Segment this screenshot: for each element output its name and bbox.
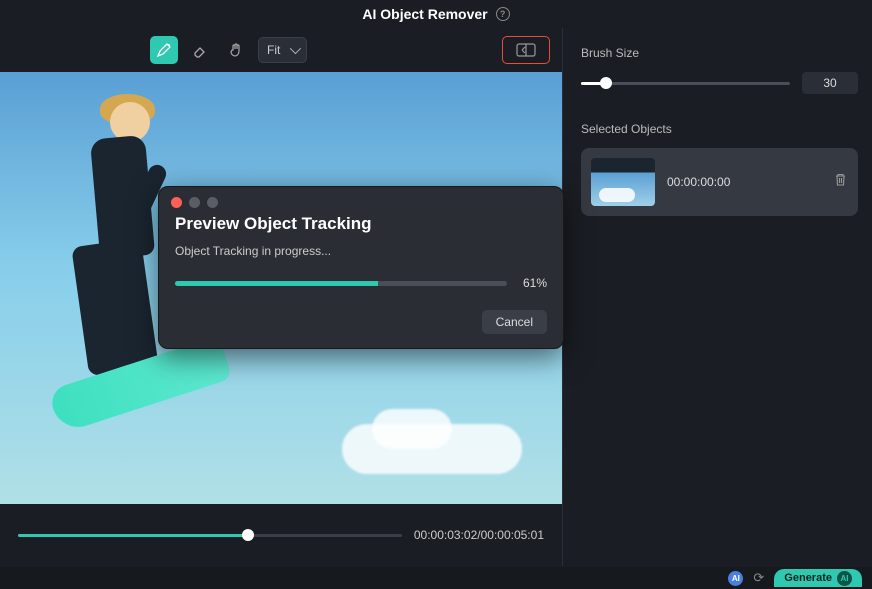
preview-cloud [342,424,522,474]
window-maximize-button[interactable] [207,197,218,208]
progress-bar [175,281,507,286]
generate-label: Generate [784,572,832,584]
object-thumbnail [591,158,655,206]
time-total: 00:00:05:01 [481,528,544,542]
zoom-dropdown[interactable]: Fit [258,37,307,63]
scrubber-thumb[interactable] [242,529,254,541]
dialog-actions: Cancel [159,310,563,334]
object-timecode: 00:00:00:00 [667,175,821,189]
cancel-button[interactable]: Cancel [482,310,547,334]
header-bar: AI Object Remover ? [0,0,872,28]
ai-badge[interactable]: AI [728,571,743,586]
generate-button[interactable]: Generate AI [774,569,862,587]
eraser-tool-button[interactable] [186,36,214,64]
brush-size-value[interactable]: 30 [802,72,858,94]
hand-icon [228,42,244,58]
delete-object-button[interactable] [833,172,848,192]
tracking-progress-dialog: Preview Object Tracking Object Tracking … [158,186,564,349]
compare-button[interactable] [502,36,550,64]
info-icon[interactable]: ? [496,7,510,21]
window-minimize-button[interactable] [189,197,200,208]
window-close-button[interactable] [171,197,182,208]
compare-icon [516,43,536,57]
slider-thumb[interactable] [600,77,612,89]
selected-object-card[interactable]: 00:00:00:00 [581,148,858,216]
brush-icon [156,42,172,58]
chevron-down-icon [290,43,301,54]
time-current: 00:00:03:02 [414,528,477,542]
progress-percent: 61% [517,276,547,290]
right-panel: Brush Size 30 Selected Objects 00:00:00:… [562,28,872,566]
timeline-scrubber[interactable] [18,534,402,537]
dialog-status-text: Object Tracking in progress... [159,244,563,276]
ai-icon: AI [837,571,852,586]
refresh-button[interactable]: ⟳ [753,570,764,586]
page-title: AI Object Remover [362,6,487,22]
timeline: 00:00:03:02/00:00:05:01 [0,504,562,566]
timecode: 00:00:03:02/00:00:05:01 [414,528,544,542]
progress-row: 61% [159,276,563,310]
scrubber-fill [18,534,248,537]
progress-fill [175,281,378,286]
brush-tool-button[interactable] [150,36,178,64]
trash-icon [833,172,848,187]
selected-objects-label: Selected Objects [581,122,858,136]
window-traffic-lights [159,187,563,214]
zoom-label: Fit [267,43,280,57]
brush-size-slider[interactable] [581,82,790,85]
toolbar: Fit [0,28,562,72]
dialog-title: Preview Object Tracking [159,214,563,244]
brush-size-label: Brush Size [581,46,858,60]
eraser-icon [192,42,208,58]
brush-size-row: 30 [581,72,858,94]
hand-tool-button[interactable] [222,36,250,64]
footer-bar: AI ⟳ Generate AI [0,567,872,589]
